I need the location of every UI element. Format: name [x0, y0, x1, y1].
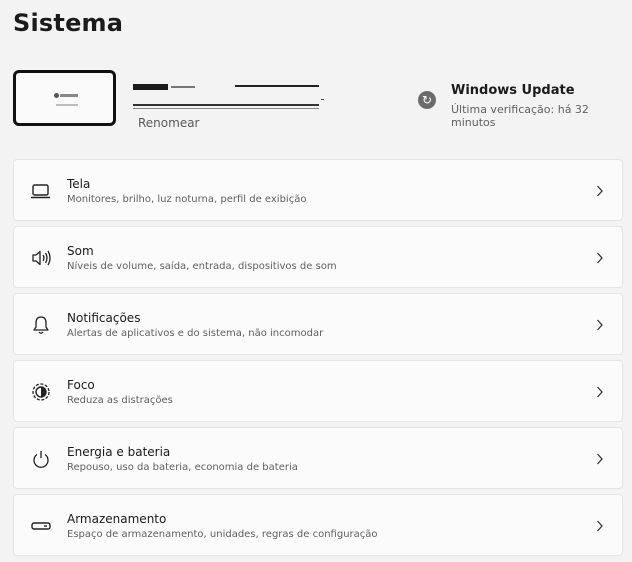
chevron-right-icon [597, 520, 603, 532]
windows-update-title[interactable]: Windows Update [451, 83, 575, 98]
settings-item-title: Som [67, 244, 94, 258]
settings-item-title: Energia e bateria [67, 445, 171, 459]
device-thumbnail-caption [56, 104, 78, 106]
bell-icon [29, 314, 53, 336]
settings-item-title: Notificações [67, 311, 141, 325]
chevron-right-icon [597, 252, 603, 264]
chevron-right-icon [597, 453, 603, 465]
page-title: Sistema [13, 9, 124, 37]
focus-icon [29, 381, 53, 403]
settings-item-foco[interactable]: Foco Reduza as distrações [13, 360, 623, 422]
settings-item-armazenamento[interactable]: Armazenamento Espaço de armazenamento, u… [13, 494, 623, 556]
settings-item-som[interactable]: Som Níveis de volume, saída, entrada, di… [13, 226, 623, 288]
settings-item-subtitle: Níveis de volume, saída, entrada, dispos… [67, 261, 337, 272]
chevron-right-icon [597, 185, 603, 197]
storage-icon [29, 515, 53, 537]
settings-item-subtitle: Alertas de aplicativos e do sistema, não… [67, 328, 324, 339]
settings-item-title: Tela [67, 177, 91, 191]
speaker-icon [29, 247, 53, 269]
power-icon [29, 448, 53, 470]
chevron-right-icon [597, 319, 603, 331]
windows-update-status: Última verificação: há 32 minutos [451, 103, 589, 129]
settings-item-title: Foco [67, 378, 95, 392]
settings-item-subtitle: Espaço de armazenamento, unidades, regra… [67, 529, 378, 540]
settings-list: Tela Monitores, brilho, luz noturna, per… [13, 159, 623, 561]
settings-item-title: Armazenamento [67, 512, 167, 526]
settings-item-subtitle: Reduza as distrações [67, 395, 173, 406]
rename-link[interactable]: Renomear [138, 116, 200, 130]
device-logo [54, 93, 80, 98]
settings-item-tela[interactable]: Tela Monitores, brilho, luz noturna, per… [13, 159, 623, 221]
settings-item-subtitle: Monitores, brilho, luz noturna, perfil d… [67, 194, 307, 205]
settings-item-energia[interactable]: Energia e bateria Repouso, uso da bateri… [13, 427, 623, 489]
device-name-block [131, 82, 326, 114]
device-thumbnail[interactable] [13, 70, 116, 126]
settings-item-subtitle: Repouso, uso da bateria, economia de bat… [67, 462, 298, 473]
sync-icon[interactable]: ↻ [418, 91, 436, 109]
settings-item-notificacoes[interactable]: Notificações Alertas de aplicativos e do… [13, 293, 623, 355]
chevron-right-icon [597, 386, 603, 398]
monitor-icon [29, 180, 53, 202]
